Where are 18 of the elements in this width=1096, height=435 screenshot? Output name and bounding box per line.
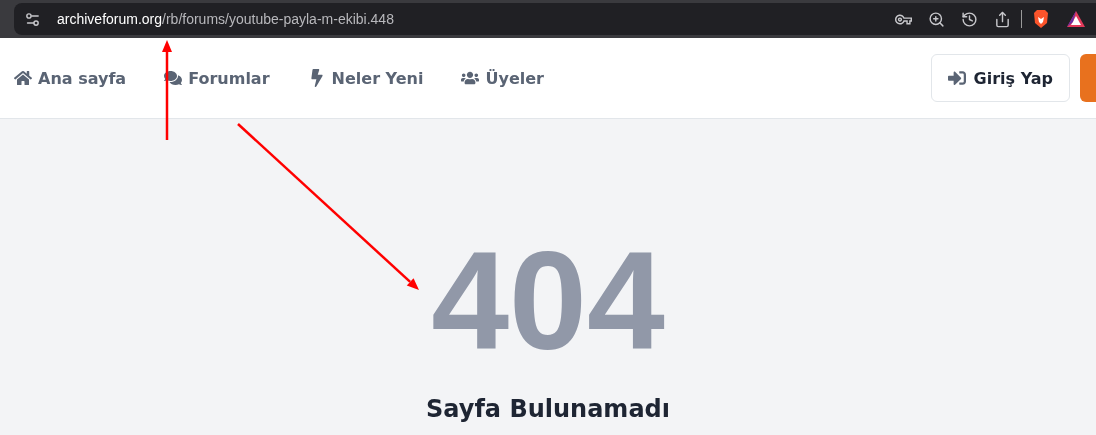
nav-link[interactable]: Ana sayfa [14,68,127,88]
share-icon[interactable] [994,10,1011,28]
nav-link[interactable]: Forumlar [164,68,270,88]
login-button[interactable]: Giriş Yap [930,54,1070,102]
triangle-icon[interactable] [1066,10,1086,28]
forums-icon [164,69,183,87]
error-message: Sayfa Bulunamadı [426,395,670,423]
nav-link[interactable]: Üyeler [461,68,544,88]
home-icon [14,69,32,87]
error-code: 404 [430,231,666,371]
lion-shield-icon[interactable] [1032,9,1050,29]
sign-in-icon [947,69,966,87]
nav-link[interactable]: Neler Yeni [307,68,424,88]
address-url[interactable]: archiveforum.org/rb/forums/youtube-payla-m-ekibi.448 [57,11,394,27]
history-icon[interactable] [961,10,978,28]
zoom-in-icon[interactable] [928,10,945,28]
members-icon [461,69,480,87]
site-settings-icon[interactable] [24,10,41,28]
